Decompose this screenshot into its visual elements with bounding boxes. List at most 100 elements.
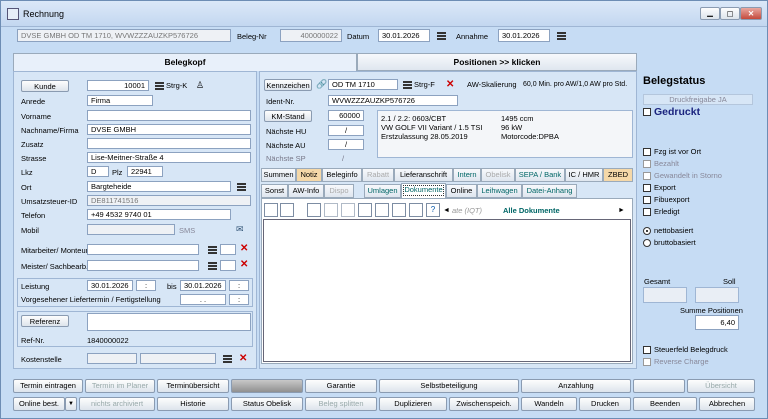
tab-datei-anhang[interactable]: Datei-Anhang [522, 184, 577, 198]
maximize-icon[interactable]: ▢ [720, 7, 740, 20]
check-fibuexport[interactable] [643, 196, 651, 204]
liefertermin-time-field[interactable]: : [229, 294, 249, 305]
termin-planer-button[interactable]: Termin im Planer [85, 379, 155, 393]
vorname-field[interactable] [87, 110, 251, 121]
close-icon[interactable]: ✕ [740, 7, 762, 20]
customer-vehicle-field[interactable]: DVSE GMBH OD TM 1710, WVWZZZAUZKP576726 [17, 29, 231, 42]
leistung-bis-time-field[interactable]: : [229, 280, 249, 291]
leistung-bis-field[interactable]: 30.01.2026 [180, 280, 226, 291]
check-storno[interactable] [643, 172, 651, 180]
doc-page-icon[interactable] [375, 203, 389, 217]
tab-summen[interactable]: Summen [261, 168, 296, 182]
tab-beleginfo[interactable]: Beleginfo [322, 168, 362, 182]
doc-print-icon[interactable] [280, 203, 294, 217]
radio-netto[interactable] [643, 227, 651, 235]
radio-brutto[interactable] [643, 239, 651, 247]
ort-field[interactable]: Bargteheide [87, 181, 231, 192]
ort-list-icon[interactable] [237, 183, 246, 192]
termin-eintragen-button[interactable]: Termin eintragen [13, 379, 83, 393]
leistung-von-field[interactable]: 30.01.2026 [87, 280, 133, 291]
doc-scan-icon[interactable] [324, 203, 338, 217]
doc-search-icon[interactable] [307, 203, 321, 217]
mitarbeiter-field[interactable] [87, 244, 199, 255]
doc-view-icon[interactable] [264, 203, 278, 217]
referenz-field[interactable] [87, 313, 251, 331]
uebersicht-button[interactable]: Übersicht [687, 379, 755, 393]
doc-image-icon[interactable] [392, 203, 406, 217]
check-export[interactable] [643, 184, 651, 192]
person-icon[interactable]: ♙ [196, 81, 204, 90]
annahme-field[interactable]: 30.01.2026 [498, 29, 550, 42]
plz-field[interactable]: 22941 [127, 166, 163, 177]
steuerfeld-checkbox[interactable] [643, 346, 651, 354]
tab-umlagen[interactable]: Umlagen [364, 184, 401, 198]
kostenstelle-clear-icon[interactable]: ✕ [239, 354, 247, 364]
leistung-von-time-field[interactable]: : [136, 280, 156, 291]
check-bezahlt[interactable] [643, 160, 651, 168]
tab-dispo[interactable]: Dispo [324, 184, 354, 198]
terminuebersicht-button[interactable]: Terminübersicht [157, 379, 229, 393]
beleg-splitten-button[interactable]: Beleg splitten [305, 397, 377, 411]
kennzeichen-clear-icon[interactable]: ✕ [446, 80, 454, 90]
kostenstelle-field-1[interactable] [87, 353, 137, 364]
tab-rabatt[interactable]: Rabatt [362, 168, 394, 182]
kunde-list-icon[interactable] [155, 82, 164, 91]
doc-all-tab[interactable]: Alle Dokumente [503, 205, 560, 216]
tab-aw-info[interactable]: AW-Info [288, 184, 324, 198]
meister-list-icon[interactable] [208, 262, 217, 271]
drucken-button[interactable]: Drucken [579, 397, 631, 411]
datum-list-icon[interactable] [437, 32, 446, 41]
anrede-field[interactable]: Firma [87, 95, 153, 106]
check-fzg[interactable] [643, 148, 651, 156]
doc-help-icon[interactable]: ? [426, 203, 440, 217]
telefon-field[interactable]: +49 4532 9740 01 [87, 209, 231, 220]
referenz-button[interactable]: Referenz [21, 315, 69, 327]
tab-lieferanschrift[interactable]: Lieferanschrift [394, 168, 453, 182]
selbstbeteiligung-button[interactable]: Selbstbeteiligung [379, 379, 519, 393]
liefertermin-field[interactable]: . . [180, 294, 226, 305]
lkz-field[interactable]: D [87, 166, 109, 177]
kunde-nr-field[interactable]: 10001 [87, 80, 149, 91]
garantie-button[interactable]: Garantie [305, 379, 377, 393]
doc-partial-tab[interactable]: ate (IQT) [452, 205, 482, 216]
send-icon[interactable]: ✉ [236, 225, 244, 234]
historie-button[interactable]: Historie [157, 397, 229, 411]
zwischenspeich-button[interactable]: Zwischenspeich. [449, 397, 519, 411]
mitarbeiter-clear-icon[interactable]: ✕ [240, 244, 248, 254]
beenden-button[interactable]: Beenden [633, 397, 697, 411]
attach-icon[interactable]: 🔗 [316, 80, 327, 89]
meister-clear-icon[interactable]: ✕ [240, 260, 248, 270]
archiv-button[interactable]: nichts archiviert [79, 397, 155, 411]
duplizieren-button[interactable]: Duplizieren [379, 397, 447, 411]
blank-button-1[interactable] [231, 379, 303, 393]
doc-scan2-icon[interactable] [341, 203, 355, 217]
check-erledigt[interactable] [643, 208, 651, 216]
tab-online[interactable]: Online [446, 184, 477, 198]
tab-notiz[interactable]: Notiz [296, 168, 322, 182]
status-obelisk-button[interactable]: Status Obelisk [231, 397, 303, 411]
abbrechen-button[interactable]: Abbrechen [699, 397, 755, 411]
online-best-dropdown-icon[interactable]: ▼ [65, 397, 77, 411]
tab-ic-hmr[interactable]: IC / HMR [565, 168, 603, 182]
kunde-button[interactable]: Kunde [21, 80, 69, 92]
reverse-checkbox[interactable] [643, 358, 651, 366]
tab-sepa[interactable]: SEPA / Bank [515, 168, 565, 182]
doc-scroll-right-icon[interactable]: ► [618, 207, 625, 214]
doc-zoom-icon[interactable] [358, 203, 372, 217]
kennzeichen-field[interactable]: OD TM 1710 [328, 79, 398, 90]
strasse-field[interactable]: Lise-Meitner-Straße 4 [87, 152, 251, 163]
mobil-field[interactable] [87, 224, 175, 235]
ust-field[interactable]: DE811741516 [87, 195, 251, 206]
tab-belegkopf[interactable]: Belegkopf [13, 53, 357, 71]
mitarbeiter-list-icon[interactable] [208, 246, 217, 255]
beleg-nr-field[interactable]: 400000022 [280, 29, 342, 42]
online-best-button[interactable]: Online best. [13, 397, 65, 411]
datum-field[interactable]: 30.01.2026 [378, 29, 430, 42]
kennzeichen-list-icon[interactable] [403, 81, 412, 90]
meister-field[interactable] [87, 260, 199, 271]
anzahlung-button[interactable]: Anzahlung [521, 379, 631, 393]
tab-positionen[interactable]: Positionen >> klicken [357, 53, 637, 71]
meister-code-field[interactable] [220, 260, 236, 271]
km-button[interactable]: KM-Stand [264, 110, 312, 122]
wandeln-button[interactable]: Wandeln [521, 397, 577, 411]
